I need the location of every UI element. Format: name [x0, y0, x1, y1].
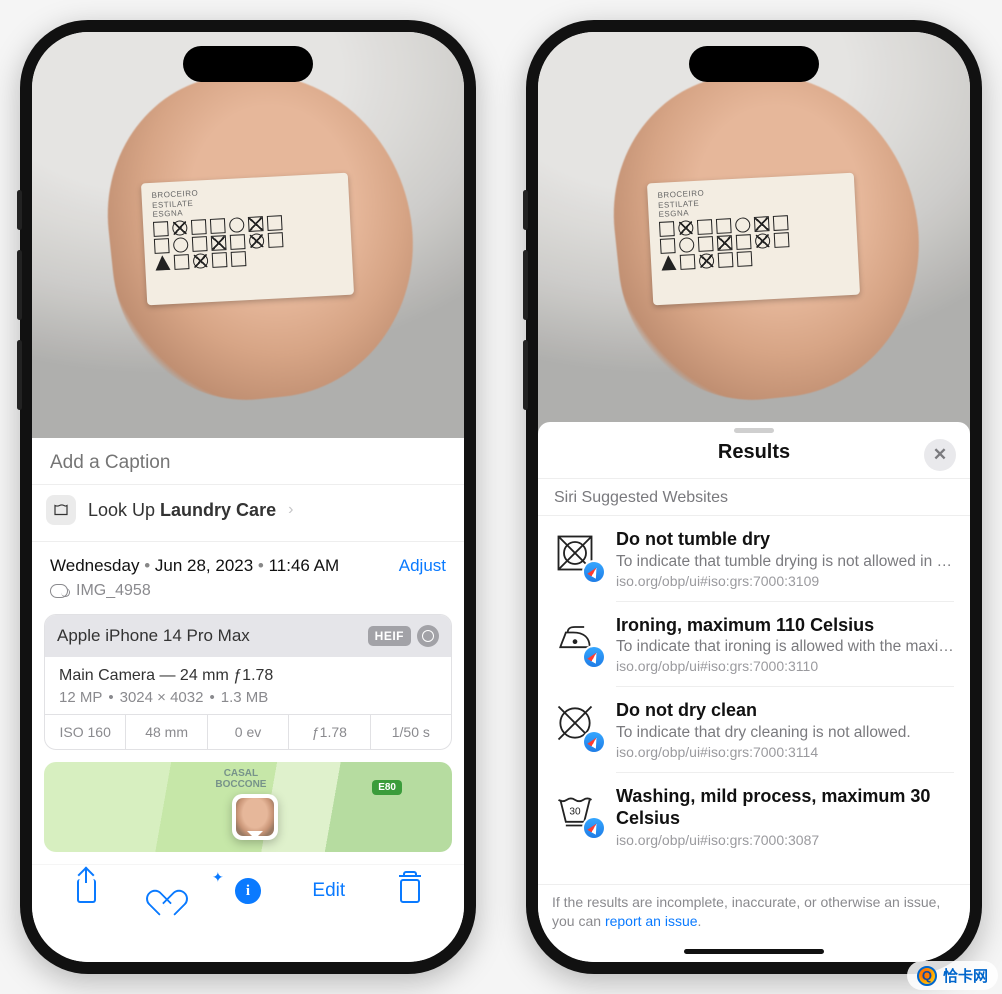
map-area-label: CASALBOCCONE: [215, 768, 266, 790]
caption-input[interactable]: [50, 452, 446, 474]
no-dry-clean-icon: [550, 698, 600, 748]
photo-preview[interactable]: BROCEIROESTILATEESGNA: [538, 32, 970, 438]
exif-aperture: ƒ1.78: [289, 715, 370, 749]
visual-lookup-row[interactable]: ✦ Look Up Laundry Care ›: [32, 485, 464, 542]
heart-icon: [154, 879, 180, 903]
section-header: Siri Suggested Websites: [538, 478, 970, 516]
exif-focal: 48 mm: [126, 715, 207, 749]
result-url: iso.org/obp/ui#iso:grs:7000:3109: [616, 573, 954, 589]
result-title: Ironing, maximum 110 Celsius: [616, 614, 954, 637]
watermark-logo-icon: [917, 966, 937, 986]
road-badge: E80: [372, 780, 402, 795]
map-pin: [232, 794, 278, 840]
photo-preview[interactable]: BROCEIROESTILATEESGNA: [32, 32, 464, 438]
exif-ev: 0 ev: [208, 715, 289, 749]
phone-right: BROCEIROESTILATEESGNA Results ✕ Siri Sug…: [526, 20, 982, 974]
laundry-tag: BROCEIROESTILATEESGNA: [141, 173, 354, 305]
results-footer: If the results are incomplete, inaccurat…: [538, 884, 970, 949]
dynamic-island: [689, 46, 819, 82]
sheet-title: Results: [718, 441, 790, 464]
result-item[interactable]: 30 Washing, mild process, maximum 30 Cel…: [538, 772, 970, 860]
watermark: 恰卡网: [907, 961, 998, 990]
safari-icon: [584, 562, 604, 582]
result-url: iso.org/obp/ui#iso:grs:7000:3114: [616, 744, 954, 760]
share-icon: [77, 879, 96, 903]
exif-iso: ISO 160: [45, 715, 126, 749]
lens-info: Main Camera — 24 mm ƒ1.78: [59, 667, 437, 685]
filename: IMG_4958: [76, 582, 151, 600]
result-title: Do not dry clean: [616, 699, 954, 722]
result-title: Do not tumble dry: [616, 528, 954, 551]
device-name: Apple iPhone 14 Pro Max: [57, 626, 250, 646]
result-url: iso.org/obp/ui#iso:grs:7000:3087: [616, 832, 954, 848]
sparkle-icon: ✦: [212, 869, 224, 886]
format-badge: HEIF: [368, 626, 411, 646]
result-description: To indicate that dry cleaning is not all…: [616, 724, 954, 742]
location-map[interactable]: CASALBOCCONE E80: [44, 762, 452, 852]
trash-icon: [400, 879, 420, 903]
not-synced-icon: [50, 584, 68, 598]
dynamic-island: [183, 46, 313, 82]
exif-card: Apple iPhone 14 Pro Max HEIF Main Camera…: [44, 614, 452, 750]
result-item[interactable]: Ironing, maximum 110 Celsius To indicate…: [538, 601, 970, 687]
laundry-icon: [46, 495, 76, 525]
report-issue-link[interactable]: report an issue: [605, 913, 698, 929]
result-item[interactable]: Do not dry clean To indicate that dry cl…: [538, 686, 970, 772]
phone-left: BROCEIROESTILATEESGNA ✦ Look Up Laun: [20, 20, 476, 974]
result-title: Washing, mild process, maximum 30 Celsiu…: [616, 785, 954, 830]
chevron-right-icon: ›: [288, 501, 293, 519]
info-icon: i: [235, 878, 261, 904]
filename-row: IMG_4958: [32, 580, 464, 614]
close-icon: ✕: [933, 445, 947, 465]
exif-shutter: 1/50 s: [371, 715, 451, 749]
home-indicator[interactable]: [684, 949, 824, 954]
svg-text:30: 30: [569, 806, 581, 817]
info-button[interactable]: ✦ i: [220, 875, 276, 907]
adjust-button[interactable]: Adjust: [399, 556, 446, 576]
iron-110-icon: [550, 613, 600, 663]
laundry-tag: BROCEIROESTILATEESGNA: [647, 173, 860, 305]
result-item[interactable]: Do not tumble dry To indicate that tumbl…: [538, 516, 970, 601]
photo-toolbar: ✦ i Edit: [32, 864, 464, 933]
close-button[interactable]: ✕: [924, 439, 956, 471]
photo-timestamp: Wednesday • Jun 28, 2023 • 11:46 AM: [50, 556, 339, 576]
safari-icon: [584, 732, 604, 752]
results-sheet: Results ✕ Siri Suggested Websites: [538, 422, 970, 962]
photo-specs: 12 MP•3024 × 4032•1.3 MB: [59, 689, 437, 706]
lookup-label: Look Up Laundry Care: [88, 500, 276, 521]
caption-field-row: [32, 438, 464, 485]
result-description: To indicate that tumble drying is not al…: [616, 553, 954, 571]
result-list: Do not tumble dry To indicate that tumbl…: [538, 516, 970, 884]
result-url: iso.org/obp/ui#iso:grs:7000:3110: [616, 658, 954, 674]
result-description: To indicate that ironing is allowed with…: [616, 638, 954, 656]
safari-icon: [584, 647, 604, 667]
share-button[interactable]: [58, 875, 114, 907]
wash-30-icon: 30: [550, 784, 600, 834]
edit-button[interactable]: Edit: [301, 875, 357, 907]
favorite-button[interactable]: [139, 875, 195, 907]
no-tumble-dry-icon: [550, 528, 600, 578]
delete-button[interactable]: [382, 875, 438, 907]
lens-badge-icon: [417, 625, 439, 647]
safari-icon: [584, 818, 604, 838]
